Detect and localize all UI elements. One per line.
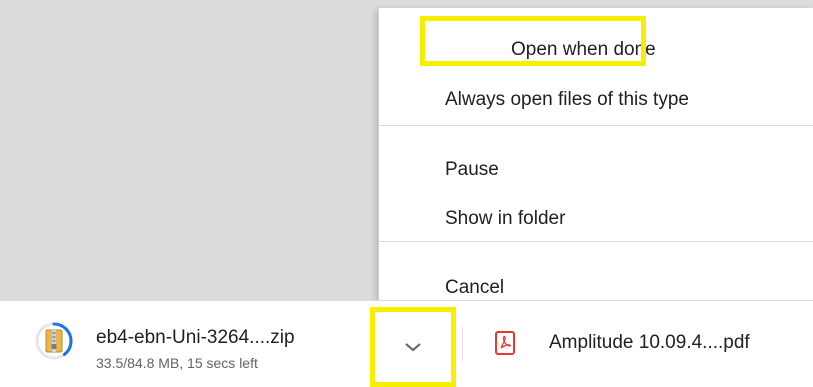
menu-item-label: Cancel [445, 277, 505, 298]
chevron-down-icon [405, 343, 421, 352]
download-filename: Amplitude 10.09.4....pdf [549, 332, 750, 353]
menu-item-label: Show in folder [445, 208, 566, 229]
menu-divider [379, 125, 813, 126]
menu-divider [379, 241, 813, 242]
download-status: 33.5/84.8 MB, 15 secs left [96, 355, 258, 371]
menu-item-pause[interactable]: Pause [379, 152, 813, 188]
menu-item-show-in-folder[interactable]: Show in folder [379, 201, 813, 237]
download-filename: eb4-ebn-Uni-3264....zip [96, 327, 295, 348]
download-item-zip[interactable]: eb4-ebn-Uni-3264....zip 33.5/84.8 MB, 15… [0, 301, 368, 387]
download-item-pdf[interactable]: Amplitude 10.09.4....pdf [463, 301, 813, 387]
menu-item-label: Pause [445, 159, 499, 180]
download-shelf: eb4-ebn-Uni-3264....zip 33.5/84.8 MB, 15… [0, 300, 813, 387]
download-menu-button[interactable] [370, 307, 456, 387]
highlight-annotation-open-when-done [420, 16, 646, 66]
menu-item-label: Always open files of this type [445, 89, 689, 110]
zip-archive-icon [35, 322, 73, 360]
pdf-file-icon [495, 331, 515, 355]
menu-item-always-open-files-of-this-type[interactable]: Always open files of this type [379, 82, 813, 118]
